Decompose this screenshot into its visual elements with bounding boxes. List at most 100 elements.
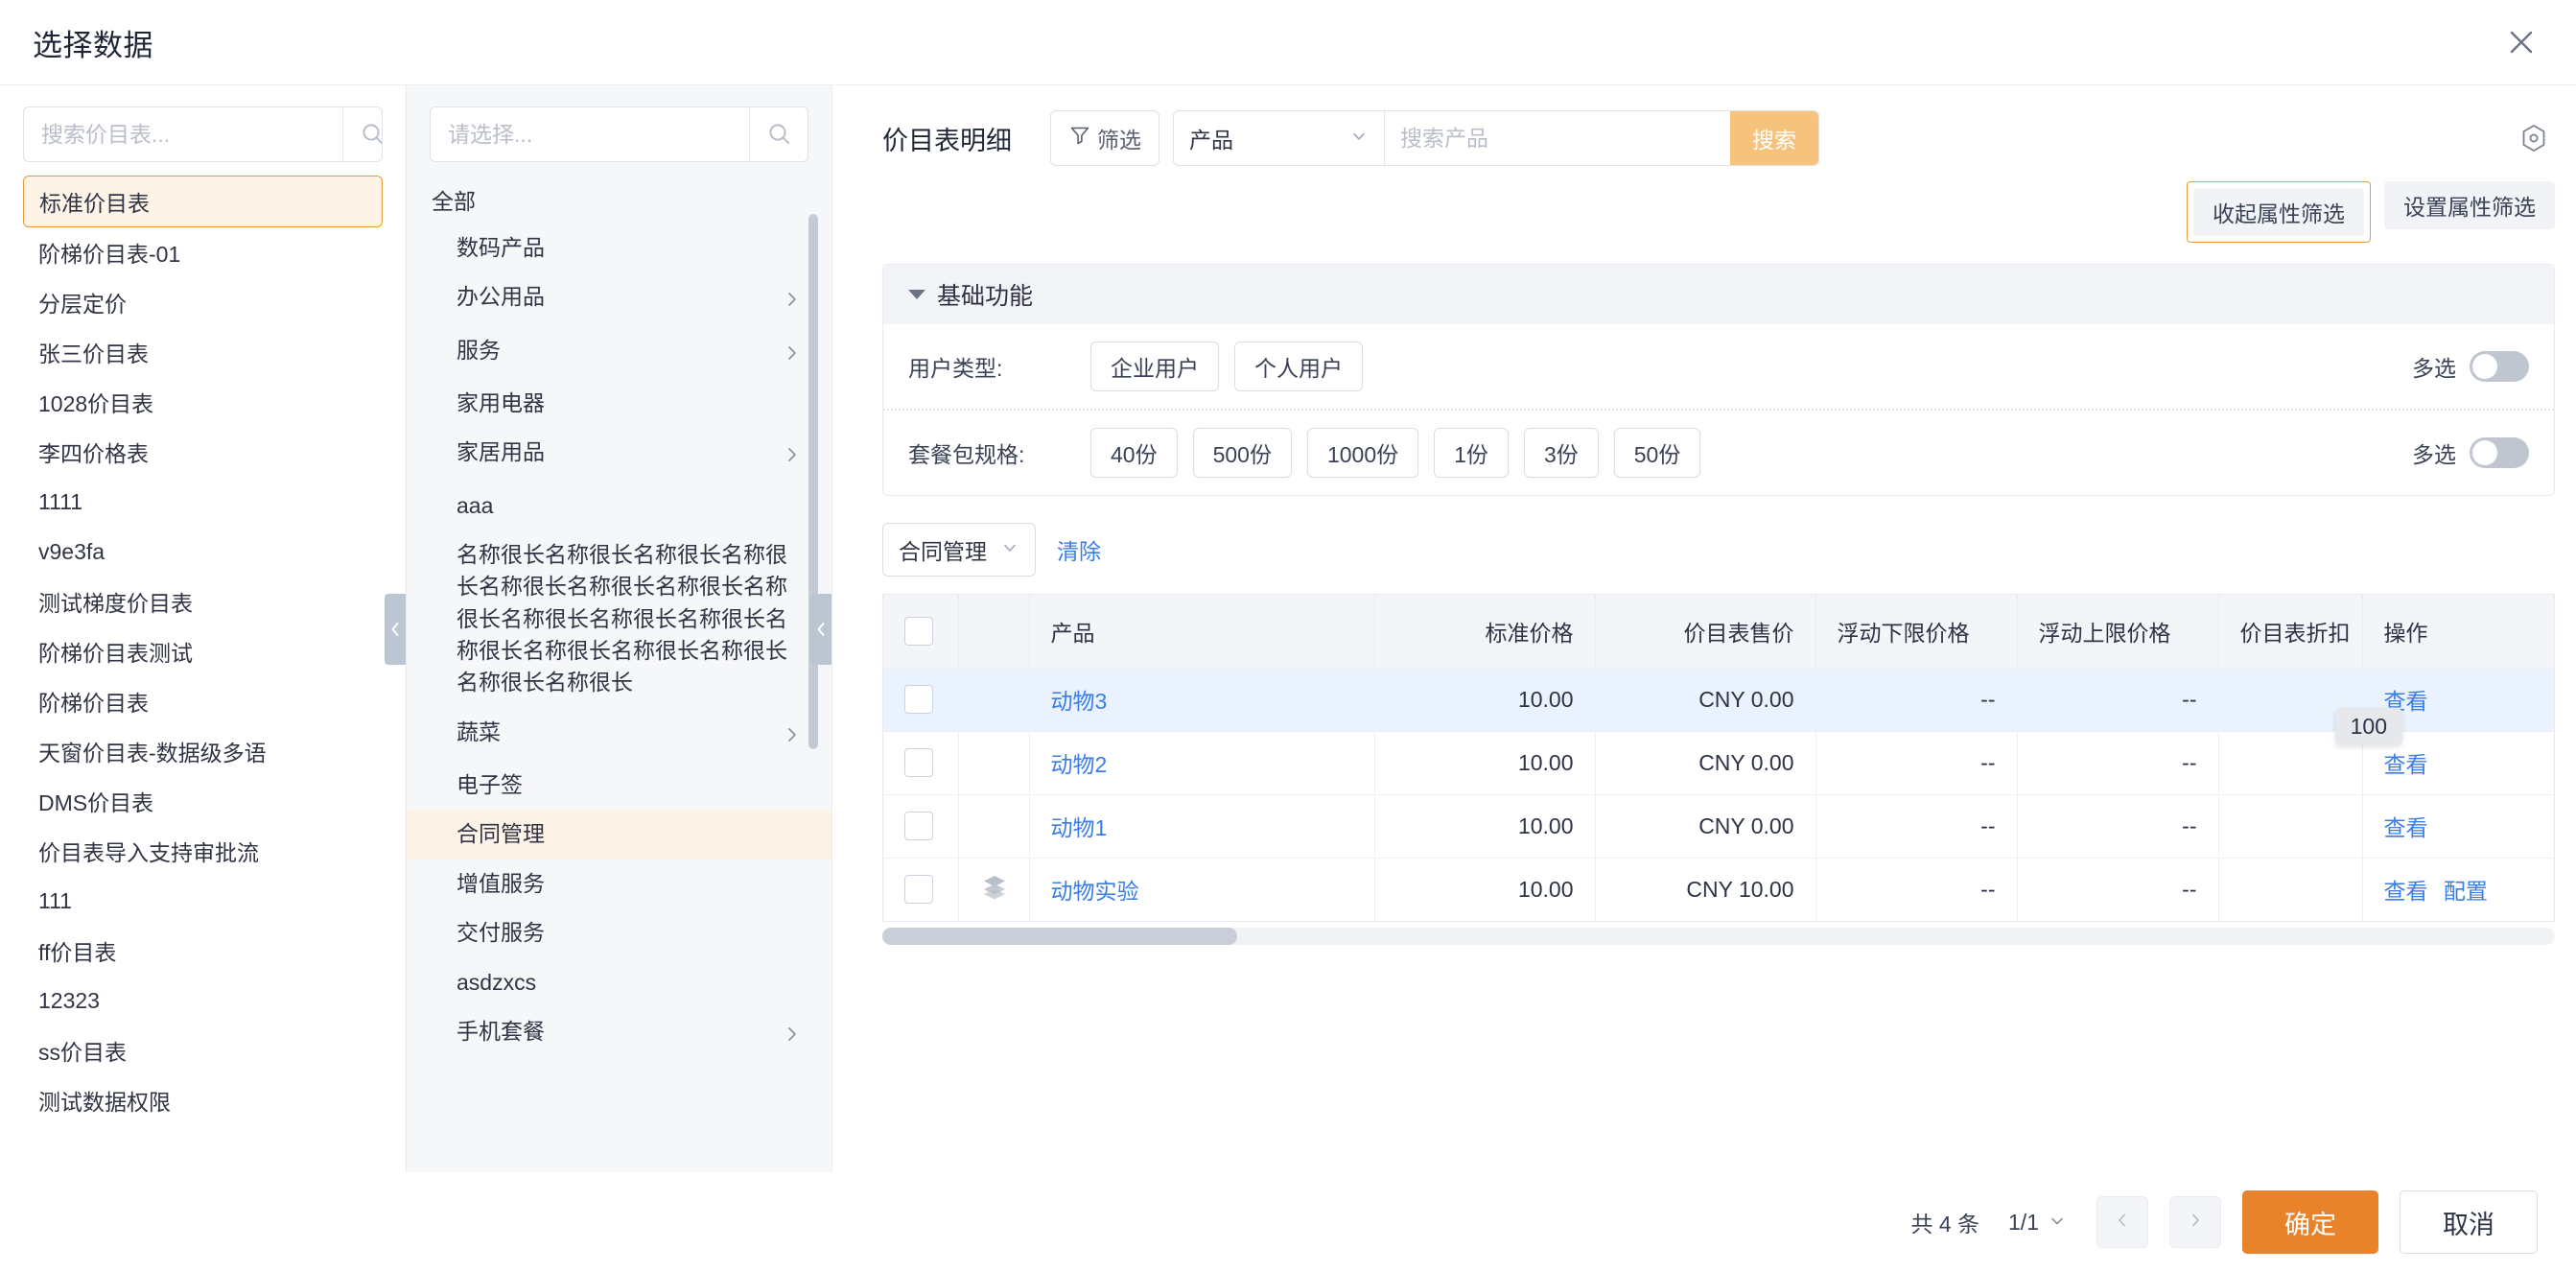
table-horizontal-scroll-thumb[interactable]	[882, 928, 1237, 945]
price-list-item[interactable]: 111	[23, 876, 383, 926]
close-icon[interactable]	[2499, 20, 2543, 64]
collapse-attr-filter-button[interactable]: 收起属性筛选	[2193, 188, 2364, 236]
filter-option-chip[interactable]: 企业用户	[1090, 342, 1219, 391]
tree-root-node[interactable]: 全部	[407, 177, 831, 224]
price-list-item[interactable]: 阶梯价目表测试	[23, 626, 383, 676]
tree-node[interactable]: 蔬菜	[407, 708, 831, 761]
cancel-button[interactable]: 取消	[2400, 1190, 2538, 1254]
search-input[interactable]	[24, 107, 342, 161]
table-row[interactable]: 动物1 10.00 CNY 0.00 -- -- 查看	[883, 793, 2554, 858]
product-link[interactable]: 动物1	[1051, 815, 1108, 840]
product-link[interactable]: 动物3	[1051, 689, 1108, 714]
price-list-item[interactable]: 1111	[23, 477, 383, 527]
collapse-tree-handle[interactable]	[810, 593, 831, 665]
filter-option-chip[interactable]: 个人用户	[1234, 342, 1363, 391]
table-row[interactable]: 动物实验 10.00 CNY 10.00 -- -- 查看 配置	[883, 857, 2554, 921]
tree-node[interactable]: 手机套餐	[407, 1007, 831, 1060]
row-standard-price: 10.00	[1374, 793, 1596, 858]
price-list-item[interactable]: 1028价目表	[23, 377, 383, 427]
prev-page-button[interactable]	[2096, 1196, 2148, 1248]
product-link[interactable]: 动物2	[1051, 752, 1108, 777]
chevron-right-icon[interactable]	[785, 720, 799, 752]
price-list-item[interactable]: 李四价格表	[23, 427, 383, 477]
product-search-input[interactable]	[1385, 111, 1730, 165]
multi-select-switch[interactable]	[2470, 437, 2529, 468]
multi-select-switch[interactable]	[2470, 351, 2529, 382]
price-list-item[interactable]: 测试数据权限	[23, 1075, 383, 1125]
price-list-item[interactable]: 价目表导入支持审批流	[23, 826, 383, 876]
filter-option-chip[interactable]: 3份	[1523, 428, 1599, 478]
search-icon[interactable]	[342, 107, 382, 161]
price-list-item[interactable]: 12323	[23, 976, 383, 1025]
configure-action-link[interactable]: 配置	[2444, 879, 2488, 904]
tree-vertical-scrollbar[interactable]	[808, 214, 818, 749]
tree-node[interactable]: 家用电器	[407, 379, 831, 428]
tree-node-label: 交付服务	[457, 920, 545, 946]
row-checkbox[interactable]	[904, 812, 933, 840]
price-list-item[interactable]: 张三价目表	[23, 327, 383, 377]
search-icon[interactable]	[749, 107, 808, 161]
price-list-item[interactable]: 天窗价目表-数据级多语	[23, 726, 383, 776]
tree-node[interactable]: 交付服务	[407, 908, 831, 957]
filter-button[interactable]: 筛选	[1050, 110, 1159, 166]
table-row[interactable]: 动物3 10.00 CNY 0.00 -- -- 查看	[883, 667, 2554, 731]
price-list-item[interactable]: DMS价目表	[23, 776, 383, 826]
selected-category-select[interactable]: 合同管理	[882, 523, 1036, 577]
product-link[interactable]: 动物实验	[1051, 879, 1139, 904]
row-checkbox[interactable]	[904, 748, 933, 777]
price-list-item[interactable]: v9e3fa	[23, 527, 383, 577]
view-action-link[interactable]: 查看	[2384, 815, 2428, 840]
row-checkbox[interactable]	[904, 875, 933, 905]
price-list-item[interactable]: 阶梯价目表-01	[23, 227, 383, 277]
price-list-item[interactable]: 阶梯价目表	[23, 676, 383, 726]
next-page-button[interactable]	[2169, 1196, 2221, 1248]
tree-node[interactable]: 服务	[407, 326, 831, 379]
column-header-list-price: 价目表售价	[1595, 595, 1816, 668]
clear-filter-link[interactable]: 清除	[1057, 533, 1101, 566]
table-row[interactable]: 动物2 10.00 CNY 0.00 -- -- 查看	[883, 730, 2554, 794]
row-icon-cell	[958, 730, 1030, 794]
view-action-link[interactable]: 查看	[2384, 879, 2428, 904]
collapse-price-list-handle[interactable]	[385, 593, 406, 665]
setting-attr-filter-button[interactable]: 设置属性筛选	[2384, 181, 2555, 229]
chevron-right-icon[interactable]	[785, 285, 799, 317]
filter-option-chip[interactable]: 40份	[1090, 428, 1178, 478]
view-action-link[interactable]: 查看	[2384, 752, 2428, 777]
filter-option-chip[interactable]: 1份	[1434, 428, 1509, 478]
tree-node-label: 家居用品	[457, 439, 545, 465]
table-horizontal-scrollbar[interactable]	[882, 928, 2555, 945]
target-icon[interactable]	[2513, 117, 2555, 159]
price-detail-table-wrap: 产品 标准价格 价目表售价 浮动下限价格 浮动上限价格 价目表折扣 操作 动物3…	[882, 594, 2555, 922]
price-list-item[interactable]: ss价目表	[23, 1025, 383, 1075]
filter-option-chip[interactable]: 50份	[1613, 428, 1701, 478]
row-product-cell: 动物实验	[1029, 857, 1375, 921]
tree-search-input[interactable]	[431, 107, 749, 161]
tree-node[interactable]: 增值服务	[407, 860, 831, 908]
chevron-right-icon[interactable]	[785, 339, 799, 370]
filter-section-header[interactable]: 基础功能	[883, 265, 2554, 324]
tree-node-selected[interactable]: 合同管理	[407, 810, 831, 860]
filter-option-chip[interactable]: 500份	[1192, 428, 1292, 478]
tree-node[interactable]: asdzxcs	[407, 958, 831, 1007]
page-size-select[interactable]: 1/1	[2008, 1210, 2066, 1236]
chevron-right-icon[interactable]	[785, 440, 799, 472]
row-float-upper: --	[2017, 857, 2219, 921]
price-list-item[interactable]: ff价目表	[23, 926, 383, 976]
filter-option-chip[interactable]: 1000份	[1306, 428, 1419, 478]
price-list-item[interactable]: 测试梯度价目表	[23, 577, 383, 626]
search-submit-button[interactable]: 搜索	[1730, 111, 1818, 165]
price-list-item[interactable]: 分层定价	[23, 277, 383, 327]
tree-node[interactable]: 办公用品	[407, 272, 831, 325]
tree-node[interactable]: 名称很长名称很长名称很长名称很长名称很长名称很长名称很长名称很长名称很长名称很长…	[407, 530, 831, 708]
tree-node[interactable]: 电子签	[407, 761, 831, 810]
tree-node[interactable]: 家居用品	[407, 428, 831, 481]
chevron-right-icon[interactable]	[785, 1020, 799, 1051]
row-standard-price: 10.00	[1374, 857, 1596, 921]
search-field-select[interactable]: 产品	[1174, 111, 1385, 165]
tree-node[interactable]: aaa	[407, 482, 831, 530]
confirm-button[interactable]: 确定	[2242, 1190, 2378, 1254]
price-list-item[interactable]: 标准价目表	[23, 176, 383, 227]
select-all-checkbox[interactable]	[904, 616, 933, 646]
tree-node[interactable]: 数码产品	[407, 224, 831, 272]
row-checkbox[interactable]	[904, 685, 933, 714]
